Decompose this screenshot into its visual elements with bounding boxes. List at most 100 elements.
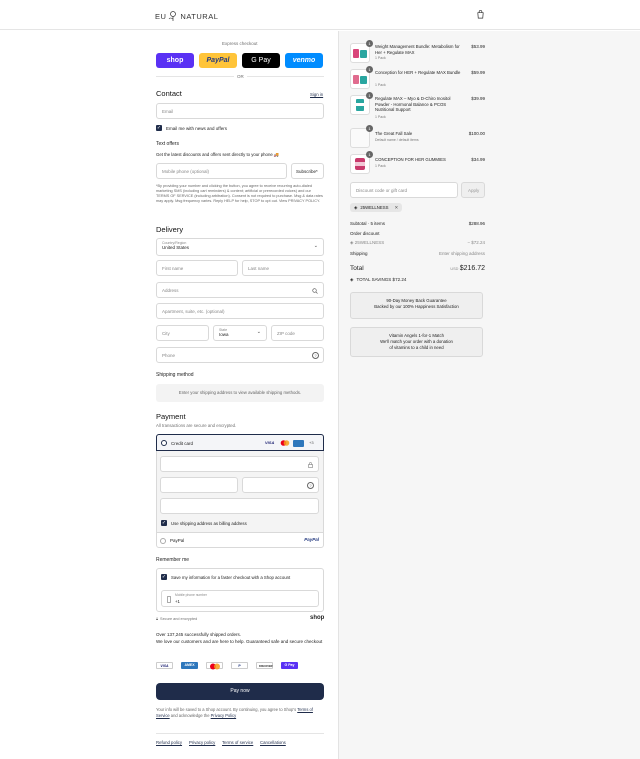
- flower-logo-icon: [169, 11, 177, 21]
- apartment-input[interactable]: Apartment, suite, etc. (optional): [156, 303, 324, 319]
- product-thumbnail: 1: [350, 66, 373, 89]
- product-name: The Great Fall Sale: [375, 131, 413, 136]
- remember-phone-value: +1: [175, 599, 180, 604]
- text-offers-desc: Get the latest discounts and offers sent…: [156, 152, 280, 157]
- google-pay-button[interactable]: G Pay: [242, 53, 280, 68]
- cart-item: 1 Weight Management Bundle: Metabolism f…: [350, 40, 485, 65]
- consent-text-a: Your info will be saved to a Shop accoun…: [156, 707, 297, 712]
- shop-privacy-link[interactable]: Privacy Policy: [211, 713, 236, 718]
- radio-selected-icon[interactable]: [161, 440, 167, 446]
- email-news-checkbox-row[interactable]: ✓ Email me with news and offers: [156, 125, 227, 131]
- email-input[interactable]: Email: [156, 103, 324, 119]
- terms-of-service-link[interactable]: Terms of service: [222, 740, 253, 745]
- product-price: $53.99: [471, 44, 485, 49]
- sms-fine-print: *By providing your number and clicking t…: [156, 184, 323, 203]
- quantity-badge: 1: [366, 151, 373, 158]
- phone-placeholder: Phone: [162, 352, 176, 358]
- quantity-badge: 1: [366, 66, 373, 73]
- product-name: Regulate MAX – Myo & D-Chiro Inositol Po…: [375, 96, 451, 112]
- checkbox-checked-icon[interactable]: ✓: [161, 520, 167, 526]
- country-select[interactable]: Country/Region United States ⌄: [156, 238, 324, 256]
- shop-pay-button[interactable]: shop: [156, 53, 194, 68]
- paypal-option[interactable]: PayPal PayPal: [156, 532, 324, 548]
- country-value: United States: [162, 245, 190, 250]
- secure-note: 🔒︎ Secure and encrypted: [156, 617, 197, 621]
- subtotal-label: Subtotal · 5 items: [350, 221, 386, 226]
- remember-phone-input[interactable]: Mobile phone number +1: [161, 590, 319, 607]
- product-thumbnail: 1: [350, 125, 373, 148]
- product-variant: 1 Pack: [375, 115, 386, 119]
- checkbox-checked-icon[interactable]: ✓: [161, 574, 167, 580]
- remember-phone-label: Mobile phone number: [175, 593, 207, 597]
- state-select[interactable]: State Iowa ⌄: [213, 325, 267, 341]
- logo[interactable]: EU NATURAL: [155, 10, 218, 22]
- shipping-row: Shipping Enter shipping address: [350, 251, 485, 256]
- product-price: $39.99: [471, 96, 485, 101]
- sign-in-link[interactable]: Sign in: [310, 92, 323, 97]
- quantity-badge: 1: [366, 92, 373, 99]
- privacy-policy-link[interactable]: Privacy policy: [189, 740, 215, 745]
- total-savings-row: ◈ TOTAL SAVINGS $72.24: [350, 277, 485, 283]
- product-name: CONCEPTION FOR HER GUMMIES: [375, 157, 446, 162]
- vitamin-angels-box: Vitamin Angels 1-for-1 Match We'll match…: [350, 327, 483, 357]
- city-input[interactable]: City: [156, 325, 209, 341]
- cart-icon[interactable]: [476, 10, 485, 19]
- trust-line-2: We love our customers and are here to he…: [156, 638, 323, 644]
- phone-input[interactable]: Phone ?: [156, 347, 324, 363]
- name-on-card-input[interactable]: [160, 498, 319, 514]
- security-code-input[interactable]: ?: [242, 477, 319, 493]
- product-variant: 1 Pack: [375, 56, 386, 60]
- payment-subtitle: All transactions are secure and encrypte…: [156, 423, 237, 428]
- lock-icon: 🔒︎: [156, 617, 159, 621]
- close-icon[interactable]: ✕: [395, 205, 399, 211]
- venmo-button[interactable]: venmo: [285, 53, 323, 68]
- last-name-input[interactable]: Last name: [242, 260, 324, 276]
- tag-icon: ◈: [350, 240, 354, 245]
- more-cards-label: +3: [309, 440, 314, 445]
- trust-text: Over 137,245 successfully shipped orders…: [156, 632, 324, 645]
- paypal-button[interactable]: PayPal: [199, 53, 237, 68]
- subscribe-button[interactable]: Subscribe*: [291, 163, 324, 179]
- order-discount-row: Order discount: [350, 231, 485, 236]
- product-image-icon: [356, 99, 364, 111]
- guarantee-line-2: Backed by our 100% Happiness Satisfactio…: [374, 304, 459, 309]
- search-icon: [312, 288, 318, 294]
- mobile-phone-input[interactable]: Mobile phone (optional): [156, 163, 287, 179]
- card-number-input[interactable]: [160, 456, 319, 472]
- shipping-value: Enter shipping address: [438, 251, 485, 256]
- expiration-input[interactable]: [160, 477, 238, 493]
- cancellations-link[interactable]: Cancellations: [260, 740, 286, 745]
- quantity-badge: 1: [366, 40, 373, 47]
- checkbox-checked-icon[interactable]: ✓: [156, 125, 162, 131]
- pay-now-button[interactable]: Pay now: [156, 683, 324, 700]
- product-price: $100.00: [468, 131, 485, 136]
- total-row: Total USD $216.72: [350, 265, 485, 272]
- billing-same-row[interactable]: ✓ Use shipping address as billing addres…: [161, 520, 247, 526]
- radio-unselected-icon[interactable]: [160, 538, 166, 544]
- product-price: $59.99: [471, 70, 485, 75]
- consent-text-b: and acknowledge the: [170, 712, 210, 718]
- total-value: $216.72: [459, 265, 485, 272]
- payment-title: Payment: [156, 412, 186, 421]
- currency-label: USD: [450, 267, 459, 271]
- first-name-input[interactable]: First name: [156, 260, 238, 276]
- save-info-row[interactable]: ✓ Save my information for a faster check…: [161, 574, 290, 580]
- apply-button[interactable]: Apply: [461, 182, 485, 198]
- refund-policy-link[interactable]: Refund policy: [156, 740, 182, 745]
- address-input[interactable]: Address: [156, 282, 324, 298]
- logo-text-right: NATURAL: [180, 11, 219, 21]
- help-icon[interactable]: ?: [307, 481, 314, 489]
- zip-input[interactable]: ZIP code: [271, 325, 324, 341]
- gpay-icon: G Pay: [281, 662, 298, 669]
- shipping-placeholder: Enter your shipping address to view avai…: [156, 384, 324, 402]
- discount-code-label: 25WELLNESS: [354, 240, 385, 245]
- discount-code-input[interactable]: Discount code or gift card: [350, 182, 458, 198]
- tag-icon: ◈: [354, 204, 358, 210]
- credit-card-option[interactable]: Credit card VISA +3: [156, 434, 324, 451]
- discount-value: − $72.24: [467, 240, 485, 245]
- header: EU NATURAL: [0, 0, 640, 30]
- help-icon[interactable]: ?: [312, 351, 319, 359]
- product-image-icon: [353, 75, 367, 84]
- discount-tag-label: 25WELLNESS: [360, 205, 389, 210]
- shipping-label: Shipping: [350, 251, 368, 256]
